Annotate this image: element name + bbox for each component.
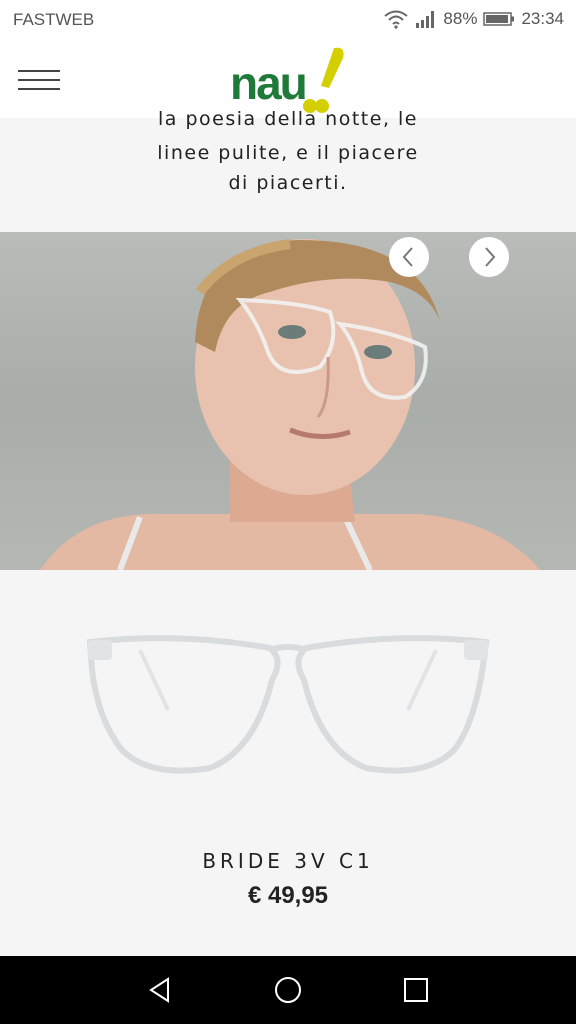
product-name[interactable]: BRIDE 3V C1 xyxy=(0,849,576,873)
intro-text: la poesia della notte, le linee pulite, … xyxy=(0,108,576,232)
product-price: € 49,95 xyxy=(247,882,329,909)
status-icons: 88% 23:34 xyxy=(383,9,564,29)
product-card[interactable]: BRIDE 3V C1 € 49,95 xyxy=(0,570,576,956)
logo-exclamation xyxy=(303,47,344,113)
clock: 23:34 xyxy=(521,9,564,28)
intro-line: di piacerti. xyxy=(228,172,348,194)
glasses-product-image[interactable] xyxy=(0,620,576,840)
signal-icon xyxy=(416,11,435,28)
status-bar: FASTWEB 88% 23:34 xyxy=(0,0,576,40)
carousel-next-button[interactable] xyxy=(469,237,509,277)
chevron-right-icon xyxy=(485,247,496,267)
nau-logo[interactable]: nau xyxy=(228,44,352,116)
intro-line: linee pulite, e il piacere xyxy=(157,142,419,164)
system-nav-bar xyxy=(0,956,576,1024)
menu-icon[interactable] xyxy=(18,70,62,92)
carousel-prev-button[interactable] xyxy=(389,237,429,277)
wifi-icon xyxy=(384,10,409,29)
site-header: nau xyxy=(0,40,576,118)
back-triangle-icon[interactable] xyxy=(145,975,175,1005)
model-photo xyxy=(0,232,576,570)
battery-icon xyxy=(483,12,515,26)
model-illustration xyxy=(40,239,540,570)
chevron-left-icon xyxy=(402,247,413,267)
intro-line: la poesia della notte, le xyxy=(158,108,418,130)
carrier-name: FASTWEB xyxy=(13,10,95,29)
home-circle-icon[interactable] xyxy=(273,975,303,1005)
battery-percent: 88% xyxy=(443,9,478,28)
recents-square-icon[interactable] xyxy=(401,975,431,1005)
